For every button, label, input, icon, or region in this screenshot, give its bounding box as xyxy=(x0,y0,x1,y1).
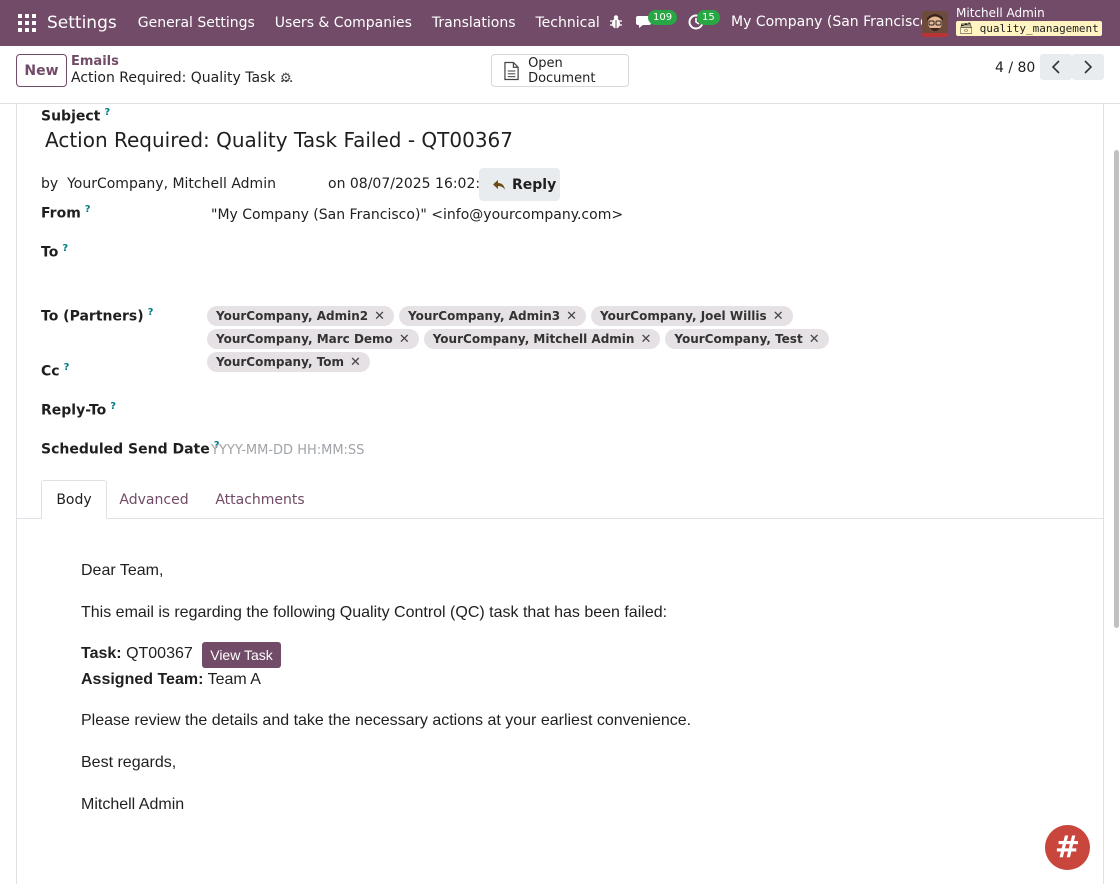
cc-help-icon[interactable]: ? xyxy=(64,362,70,373)
app-title[interactable]: Settings xyxy=(47,13,117,33)
top-navbar: Settings General Settings Users & Compan… xyxy=(0,0,1120,46)
company-switcher[interactable]: My Company (San Francisco) xyxy=(731,14,934,30)
body-team-line: Assigned Team: Team A xyxy=(81,671,261,688)
body-intro: This email is regarding the following Qu… xyxy=(81,604,668,621)
scheduled-send-date-label: Scheduled Send Date? xyxy=(41,440,220,458)
scheduled-send-date-input[interactable]: YYYY-MM-DD HH:MM:SS xyxy=(211,443,364,458)
control-panel: New Emails Action Required: Quality Task… xyxy=(0,46,1120,104)
messages-count-badge: 109 xyxy=(648,10,678,25)
body-signature: Mitchell Admin xyxy=(81,796,185,813)
menu-translations[interactable]: Translations xyxy=(432,15,516,31)
sent-date: on 08/07/2025 16:02:15 xyxy=(328,176,498,192)
from-label: From? xyxy=(41,204,91,222)
from-help-icon[interactable]: ? xyxy=(85,204,91,215)
document-icon xyxy=(504,61,519,80)
cc-label: Cc? xyxy=(41,362,70,380)
subject-help-icon[interactable]: ? xyxy=(104,107,110,118)
reply-button[interactable]: Reply xyxy=(479,168,560,201)
reply-to-label: Reply-To? xyxy=(41,401,117,419)
from-field[interactable]: "My Company (San Francisco)" <info@yourc… xyxy=(211,207,623,223)
open-document-label: Open Document xyxy=(528,55,596,86)
partner-tag[interactable]: YourCompany, Test ✕ xyxy=(665,329,829,349)
breadcrumb-current-record: Action Required: Quality Task ... xyxy=(71,70,294,86)
view-task-button[interactable]: View Task xyxy=(202,642,281,668)
reply-label: Reply xyxy=(512,176,557,193)
new-button[interactable]: New xyxy=(16,54,67,87)
tab-attachments[interactable]: Attachments xyxy=(208,480,312,519)
menu-general-settings[interactable]: General Settings xyxy=(138,15,255,31)
author-line: by YourCompany, Mitchell Admin xyxy=(41,176,276,192)
pager-previous-button[interactable] xyxy=(1040,54,1072,80)
remove-tag-icon[interactable]: ✕ xyxy=(773,309,784,324)
partner-tag[interactable]: YourCompany, Marc Demo ✕ xyxy=(207,329,419,349)
remove-tag-icon[interactable]: ✕ xyxy=(566,309,577,324)
breadcrumb-emails[interactable]: Emails xyxy=(71,54,119,69)
menu-users-companies[interactable]: Users & Companies xyxy=(275,15,412,31)
pager-value[interactable]: 4 / 80 xyxy=(995,60,1035,76)
chevron-right-icon xyxy=(1084,60,1093,74)
reply-to-help-icon[interactable]: ? xyxy=(110,401,116,412)
body-task-line: Task: QT00367 xyxy=(81,645,193,662)
hashtag-icon[interactable]: # xyxy=(1045,825,1090,870)
database-name: quality_management xyxy=(979,22,1099,35)
subject-label: Subject? xyxy=(41,107,111,125)
to-label: To? xyxy=(41,243,69,261)
team-value: Team A xyxy=(207,671,261,688)
partner-tag[interactable]: YourCompany, Admin3 ✕ xyxy=(399,306,586,326)
partner-tag[interactable]: YourCompany, Admin2 ✕ xyxy=(207,306,394,326)
body-request: Please review the details and take the n… xyxy=(81,712,692,729)
partners-tags: YourCompany, Admin2 ✕ YourCompany, Admin3… xyxy=(207,306,907,375)
remove-tag-icon[interactable]: ✕ xyxy=(350,355,361,370)
task-value: QT00367 xyxy=(126,645,193,662)
remove-tag-icon[interactable]: ✕ xyxy=(399,332,410,347)
menu-technical[interactable]: Technical xyxy=(536,15,600,31)
open-document-button[interactable]: Open Document xyxy=(491,54,629,87)
database-icon: 🗃︎ xyxy=(959,22,973,35)
body-closing: Best regards, xyxy=(81,754,177,771)
partner-tag[interactable]: YourCompany, Joel Willis ✕ xyxy=(591,306,793,326)
partner-tag[interactable]: YourCompany, Tom ✕ xyxy=(207,352,370,372)
tab-advanced[interactable]: Advanced xyxy=(113,480,195,519)
user-avatar[interactable] xyxy=(922,11,948,37)
remove-tag-icon[interactable]: ✕ xyxy=(809,332,820,347)
remove-tag-icon[interactable]: ✕ xyxy=(374,309,385,324)
tab-body[interactable]: Body xyxy=(41,480,107,519)
activities-count-badge: 15 xyxy=(697,10,720,25)
pager-next-button[interactable] xyxy=(1072,54,1104,80)
subject-value[interactable]: Action Required: Quality Task Failed - Q… xyxy=(45,128,513,152)
to-partners-help-icon[interactable]: ? xyxy=(148,307,154,318)
chevron-left-icon xyxy=(1051,60,1060,74)
body-greeting: Dear Team, xyxy=(81,562,164,579)
remove-tag-icon[interactable]: ✕ xyxy=(640,332,651,347)
author-value[interactable]: YourCompany, Mitchell Admin xyxy=(67,176,276,192)
to-partners-label: To (Partners)? xyxy=(41,307,154,325)
partner-tag[interactable]: YourCompany, Mitchell Admin ✕ xyxy=(423,329,661,349)
reply-arrow-icon xyxy=(493,179,505,190)
debug-bug-icon[interactable] xyxy=(609,14,623,30)
database-badge: 🗃︎ quality_management xyxy=(956,21,1102,36)
to-help-icon[interactable]: ? xyxy=(62,243,68,254)
apps-grid-icon[interactable] xyxy=(18,14,36,32)
gear-icon[interactable]: ⚙ xyxy=(280,72,293,85)
vertical-scrollbar[interactable] xyxy=(1114,150,1119,628)
user-name[interactable]: Mitchell Admin xyxy=(956,6,1045,20)
